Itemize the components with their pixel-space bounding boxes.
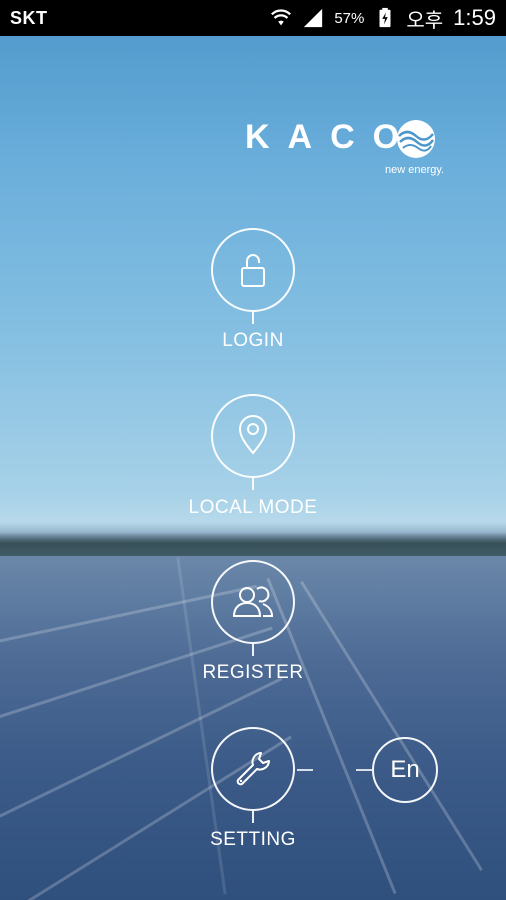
- battery-percent: 57%: [334, 9, 365, 27]
- language-button[interactable]: En: [372, 737, 438, 803]
- status-icons: 57% 오후 1:59: [270, 4, 496, 33]
- ampm-label: 오후: [406, 9, 444, 32]
- setting-circle[interactable]: [211, 727, 295, 811]
- setting-label[interactable]: SETTING: [210, 829, 296, 851]
- connector-right: [356, 769, 372, 771]
- battery-charging-icon: [379, 7, 391, 28]
- local-mode-label[interactable]: LOCAL MODE: [189, 497, 318, 519]
- location-pin-icon: [238, 415, 268, 455]
- kaco-wave-icon: [397, 120, 435, 158]
- status-bar: SKT 57% 오후 1:59: [0, 0, 506, 36]
- local-mode-circle[interactable]: [211, 394, 295, 478]
- logo-text: KACO: [245, 118, 418, 156]
- unlock-icon: [241, 254, 265, 287]
- local-mode-stem: [252, 478, 254, 490]
- clock-time: 1:59: [453, 5, 496, 30]
- brand-tagline: new energy.: [385, 164, 445, 176]
- carrier-label: SKT: [10, 7, 48, 28]
- register-stem: [252, 644, 254, 656]
- connector-left: [297, 769, 313, 771]
- setting-stem: [252, 811, 254, 823]
- login-stem: [252, 312, 254, 324]
- signal-icon: [304, 8, 323, 28]
- login-label[interactable]: LOGIN: [222, 330, 284, 352]
- register-circle[interactable]: [211, 560, 295, 644]
- register-label[interactable]: REGISTER: [202, 662, 303, 684]
- users-icon: [232, 586, 274, 617]
- wifi-icon: [271, 9, 292, 26]
- kaco-logo: KACO: [245, 118, 417, 157]
- wrench-icon: [236, 752, 270, 786]
- login-circle[interactable]: [211, 228, 295, 312]
